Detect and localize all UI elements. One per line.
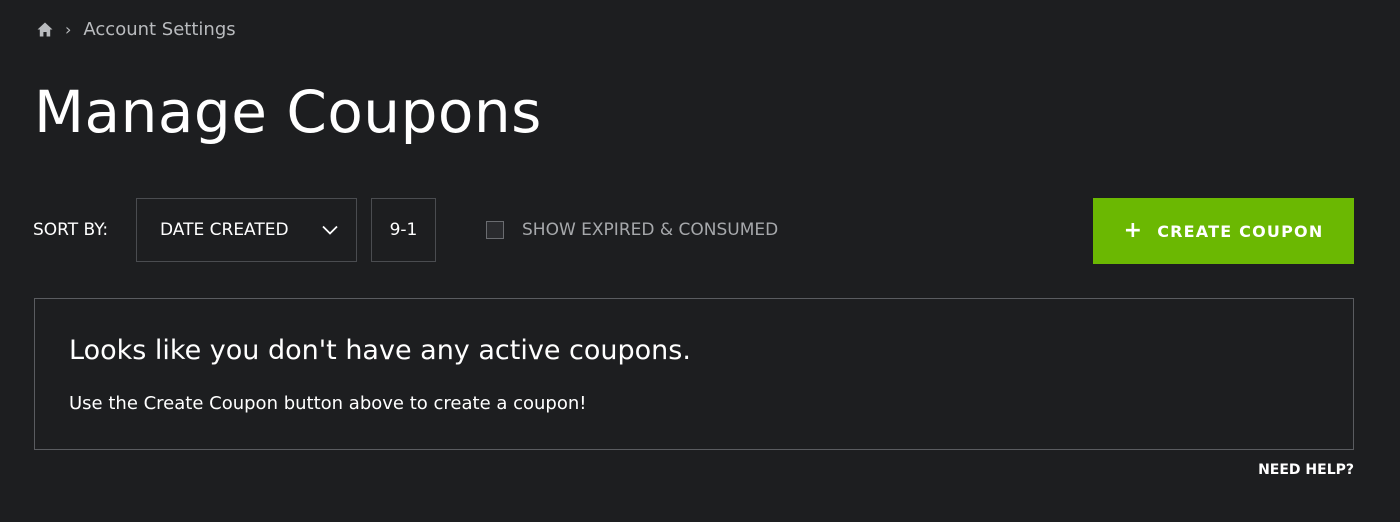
sort-select[interactable]: DATE CREATED bbox=[136, 198, 357, 262]
show-expired-label: SHOW EXPIRED & CONSUMED bbox=[522, 220, 779, 240]
create-coupon-button[interactable]: + CREATE COUPON bbox=[1093, 198, 1354, 264]
create-coupon-label: CREATE COUPON bbox=[1157, 221, 1324, 241]
chevron-right-icon: › bbox=[65, 19, 72, 39]
empty-state-panel: Looks like you don't have any active cou… bbox=[34, 298, 1354, 450]
sort-select-value: DATE CREATED bbox=[160, 220, 289, 240]
chevron-down-icon bbox=[322, 220, 338, 240]
breadcrumb: › Account Settings bbox=[37, 16, 236, 42]
need-help-link[interactable]: NEED HELP? bbox=[1258, 462, 1354, 478]
show-expired-checkbox[interactable] bbox=[486, 221, 504, 239]
show-expired-toggle[interactable]: SHOW EXPIRED & CONSUMED bbox=[486, 220, 778, 240]
plus-icon: + bbox=[1123, 218, 1144, 243]
sort-order-button[interactable]: 9-1 bbox=[371, 198, 436, 262]
sort-label: SORT BY: bbox=[33, 220, 109, 240]
breadcrumb-current[interactable]: Account Settings bbox=[83, 19, 235, 40]
page-title: Manage Coupons bbox=[34, 78, 542, 146]
empty-state-heading: Looks like you don't have any active cou… bbox=[69, 335, 691, 366]
empty-state-message: Use the Create Coupon button above to cr… bbox=[69, 393, 587, 414]
sort-order-label: 9-1 bbox=[389, 220, 418, 240]
home-icon[interactable] bbox=[37, 22, 53, 37]
